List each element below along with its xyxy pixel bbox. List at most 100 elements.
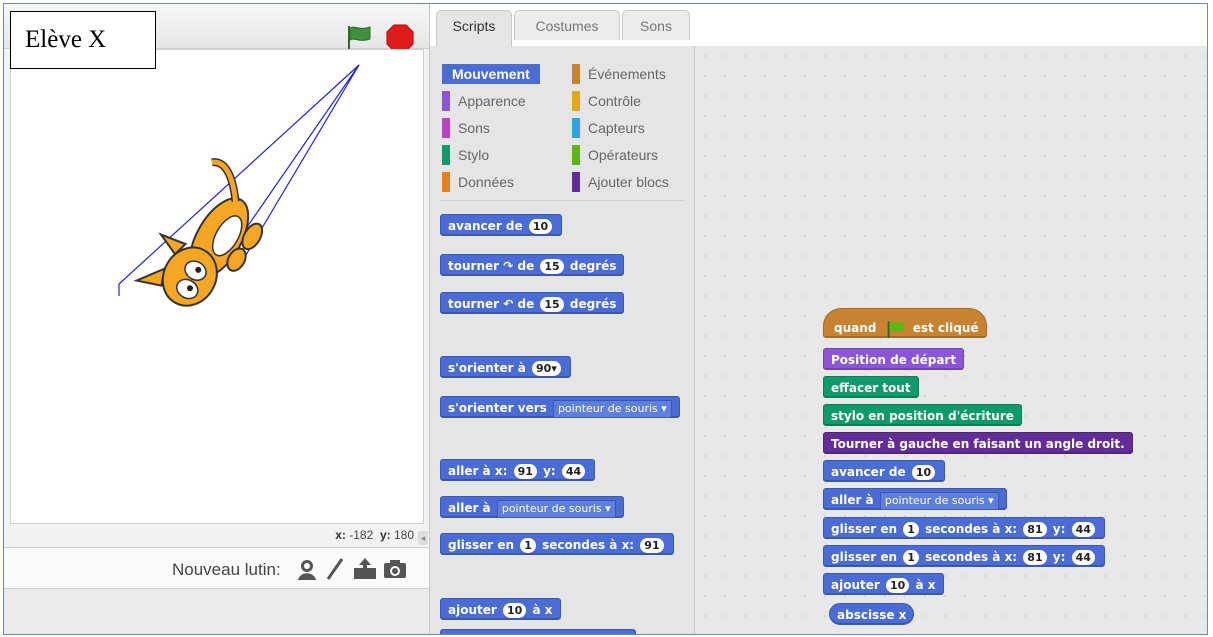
y-value: 180 bbox=[393, 528, 414, 542]
palette-block-avancer[interactable]: avancer de 10 bbox=[440, 214, 563, 236]
block-input[interactable]: 1 bbox=[520, 538, 536, 553]
category-stylo[interactable]: Stylo bbox=[442, 145, 489, 165]
x-label: x: bbox=[335, 528, 346, 542]
block-input[interactable]: 91 bbox=[513, 464, 537, 479]
tab-scripts[interactable]: Scripts bbox=[436, 10, 512, 47]
script-area[interactable]: quand est cliqué Position de départ effa… bbox=[694, 46, 1207, 634]
category-ajouter-blocs[interactable]: Ajouter blocs bbox=[572, 172, 669, 192]
block-input[interactable]: 10 bbox=[528, 219, 553, 234]
rotate-left-icon: ↶ bbox=[503, 297, 514, 311]
block-text: avancer de bbox=[448, 219, 523, 233]
category-operateurs[interactable]: Opérateurs bbox=[572, 145, 658, 165]
block-text: ajouter bbox=[831, 578, 880, 592]
block-input[interactable]: 10 bbox=[911, 465, 936, 480]
block-text: aller à bbox=[831, 493, 874, 507]
stage-panel: Elève X x: -182 y: 180 Nouveau lutin: ◂ bbox=[4, 4, 429, 634]
palette-block-aller-a[interactable]: aller à pointeur de souris bbox=[440, 496, 624, 518]
category-capteurs[interactable]: Capteurs bbox=[572, 118, 645, 138]
block-input[interactable]: 15 bbox=[540, 259, 564, 274]
script-block-tourner-gauche-angle-droit[interactable]: Tourner à gauche en faisant un angle dro… bbox=[823, 432, 1133, 454]
script-block-avancer[interactable]: avancer de 10 bbox=[823, 460, 946, 482]
block-text: aller à bbox=[448, 501, 491, 515]
block-palette: Scripts Costumes Sons Mouvement Apparenc… bbox=[429, 4, 1207, 634]
block-input[interactable]: 91 bbox=[640, 538, 664, 553]
block-text: à x bbox=[915, 578, 936, 592]
script-block-stylo-ecriture[interactable]: stylo en position d'écriture bbox=[823, 404, 1022, 426]
category-sons[interactable]: Sons bbox=[442, 118, 490, 138]
block-input[interactable]: 44 bbox=[561, 464, 586, 479]
sprite-list bbox=[4, 588, 429, 634]
green-flag-icon[interactable] bbox=[344, 24, 372, 50]
palette-block-tourner-gauche[interactable]: tourner ↶ de 15 degrés bbox=[440, 292, 625, 314]
block-input[interactable]: 1 bbox=[903, 522, 919, 537]
stage-drawing bbox=[118, 64, 360, 307]
block-text: secondes à x: bbox=[542, 538, 635, 552]
block-text: degrés bbox=[569, 259, 617, 273]
paint-brush-icon[interactable] bbox=[322, 556, 348, 582]
block-input[interactable]: 15 bbox=[540, 297, 564, 312]
block-input[interactable]: 10 bbox=[502, 603, 527, 618]
block-text: s'orienter vers bbox=[448, 401, 547, 415]
block-input[interactable]: 1 bbox=[903, 550, 919, 565]
category-apparence[interactable]: Apparence bbox=[442, 91, 526, 111]
stop-icon[interactable] bbox=[386, 24, 414, 52]
upload-icon[interactable] bbox=[352, 556, 378, 582]
mouse-coordinates: x: -182 y: 180 bbox=[4, 528, 414, 542]
block-dropdown[interactable]: pointeur de souris bbox=[552, 399, 672, 418]
block-text: degrés bbox=[569, 297, 617, 311]
new-sprite-bar: Nouveau lutin: bbox=[4, 547, 429, 588]
y-label: y: bbox=[379, 528, 391, 542]
scratch-editor: Elève X x: -182 y: 180 Nouveau lutin: ◂ … bbox=[3, 3, 1208, 635]
script-block-glisser-1[interactable]: glisser en 1 secondes à x: 81 y: 44 bbox=[823, 517, 1105, 539]
block-text: glisser en bbox=[448, 538, 515, 552]
palette-block-glisser[interactable]: glisser en 1 secondes à x: 91 bbox=[440, 533, 674, 555]
block-text: secondes à x: bbox=[925, 550, 1018, 564]
dropdown-arrow-icon: ▾ bbox=[551, 362, 557, 375]
script-block-position-depart[interactable]: Position de départ bbox=[823, 348, 965, 370]
block-input[interactable]: 81 bbox=[1023, 550, 1047, 565]
palette-block-tourner-droite[interactable]: tourner ↷ de 15 degrés bbox=[440, 254, 625, 276]
palette-block-aller-xy[interactable]: aller à x: 91 y: 44 bbox=[440, 459, 596, 481]
block-text: glisser en bbox=[831, 522, 898, 536]
block-text: de bbox=[517, 297, 535, 311]
palette-block-orienter[interactable]: s'orienter à 90▾ bbox=[440, 356, 571, 378]
category-donnees[interactable]: Données bbox=[442, 172, 514, 192]
block-text: tourner bbox=[448, 259, 500, 273]
script-block-abscisse-x[interactable]: abscisse x bbox=[829, 603, 915, 625]
category-controle[interactable]: Contrôle bbox=[572, 91, 641, 111]
block-text: de bbox=[517, 259, 535, 273]
script-block-effacer-tout[interactable]: effacer tout bbox=[823, 376, 919, 398]
block-dropdown[interactable]: pointeur de souris bbox=[879, 491, 999, 510]
block-text: glisser en bbox=[831, 550, 898, 564]
block-text: y: bbox=[1052, 522, 1066, 536]
script-block-glisser-2[interactable]: glisser en 1 secondes à x: 81 y: 44 bbox=[823, 545, 1105, 567]
block-text: avancer de bbox=[831, 465, 906, 479]
category-evenements[interactable]: Événements bbox=[572, 64, 666, 84]
block-text: aller à x: bbox=[448, 464, 508, 478]
block-input[interactable]: 44 bbox=[1071, 522, 1095, 537]
block-dropdown[interactable]: pointeur de souris bbox=[496, 499, 616, 518]
green-flag-icon bbox=[887, 320, 904, 338]
new-sprite-label: Nouveau lutin: bbox=[172, 560, 281, 579]
tab-costumes[interactable]: Costumes bbox=[514, 10, 620, 40]
block-text: s'orienter à bbox=[448, 361, 526, 375]
palette-block-orienter-vers[interactable]: s'orienter vers pointeur de souris bbox=[440, 396, 680, 418]
category-divider bbox=[440, 200, 685, 201]
collapse-handle[interactable]: ◂ bbox=[418, 531, 428, 545]
block-text: tourner bbox=[448, 297, 500, 311]
palette-block-ajouter-x[interactable]: ajouter 10 à x bbox=[440, 598, 561, 620]
script-block-aller-a[interactable]: aller à pointeur de souris bbox=[823, 488, 1007, 510]
script-block-ajouter-x[interactable]: ajouter 10 à x bbox=[823, 573, 944, 595]
script-block-when-flag-clicked[interactable]: quand est cliqué bbox=[823, 308, 987, 338]
sprite-library-icon[interactable] bbox=[294, 556, 320, 582]
tab-sons[interactable]: Sons bbox=[622, 10, 690, 40]
block-input[interactable]: 81 bbox=[1023, 522, 1047, 537]
category-mouvement[interactable]: Mouvement bbox=[442, 64, 540, 84]
block-input[interactable]: 10 bbox=[885, 578, 910, 593]
block-input[interactable]: 44 bbox=[1071, 550, 1095, 565]
palette-block-partial[interactable] bbox=[440, 629, 636, 634]
block-input[interactable]: 90▾ bbox=[532, 361, 561, 376]
camera-icon[interactable] bbox=[382, 556, 408, 582]
block-text: quand bbox=[834, 321, 877, 335]
stage-canvas[interactable] bbox=[10, 49, 424, 524]
